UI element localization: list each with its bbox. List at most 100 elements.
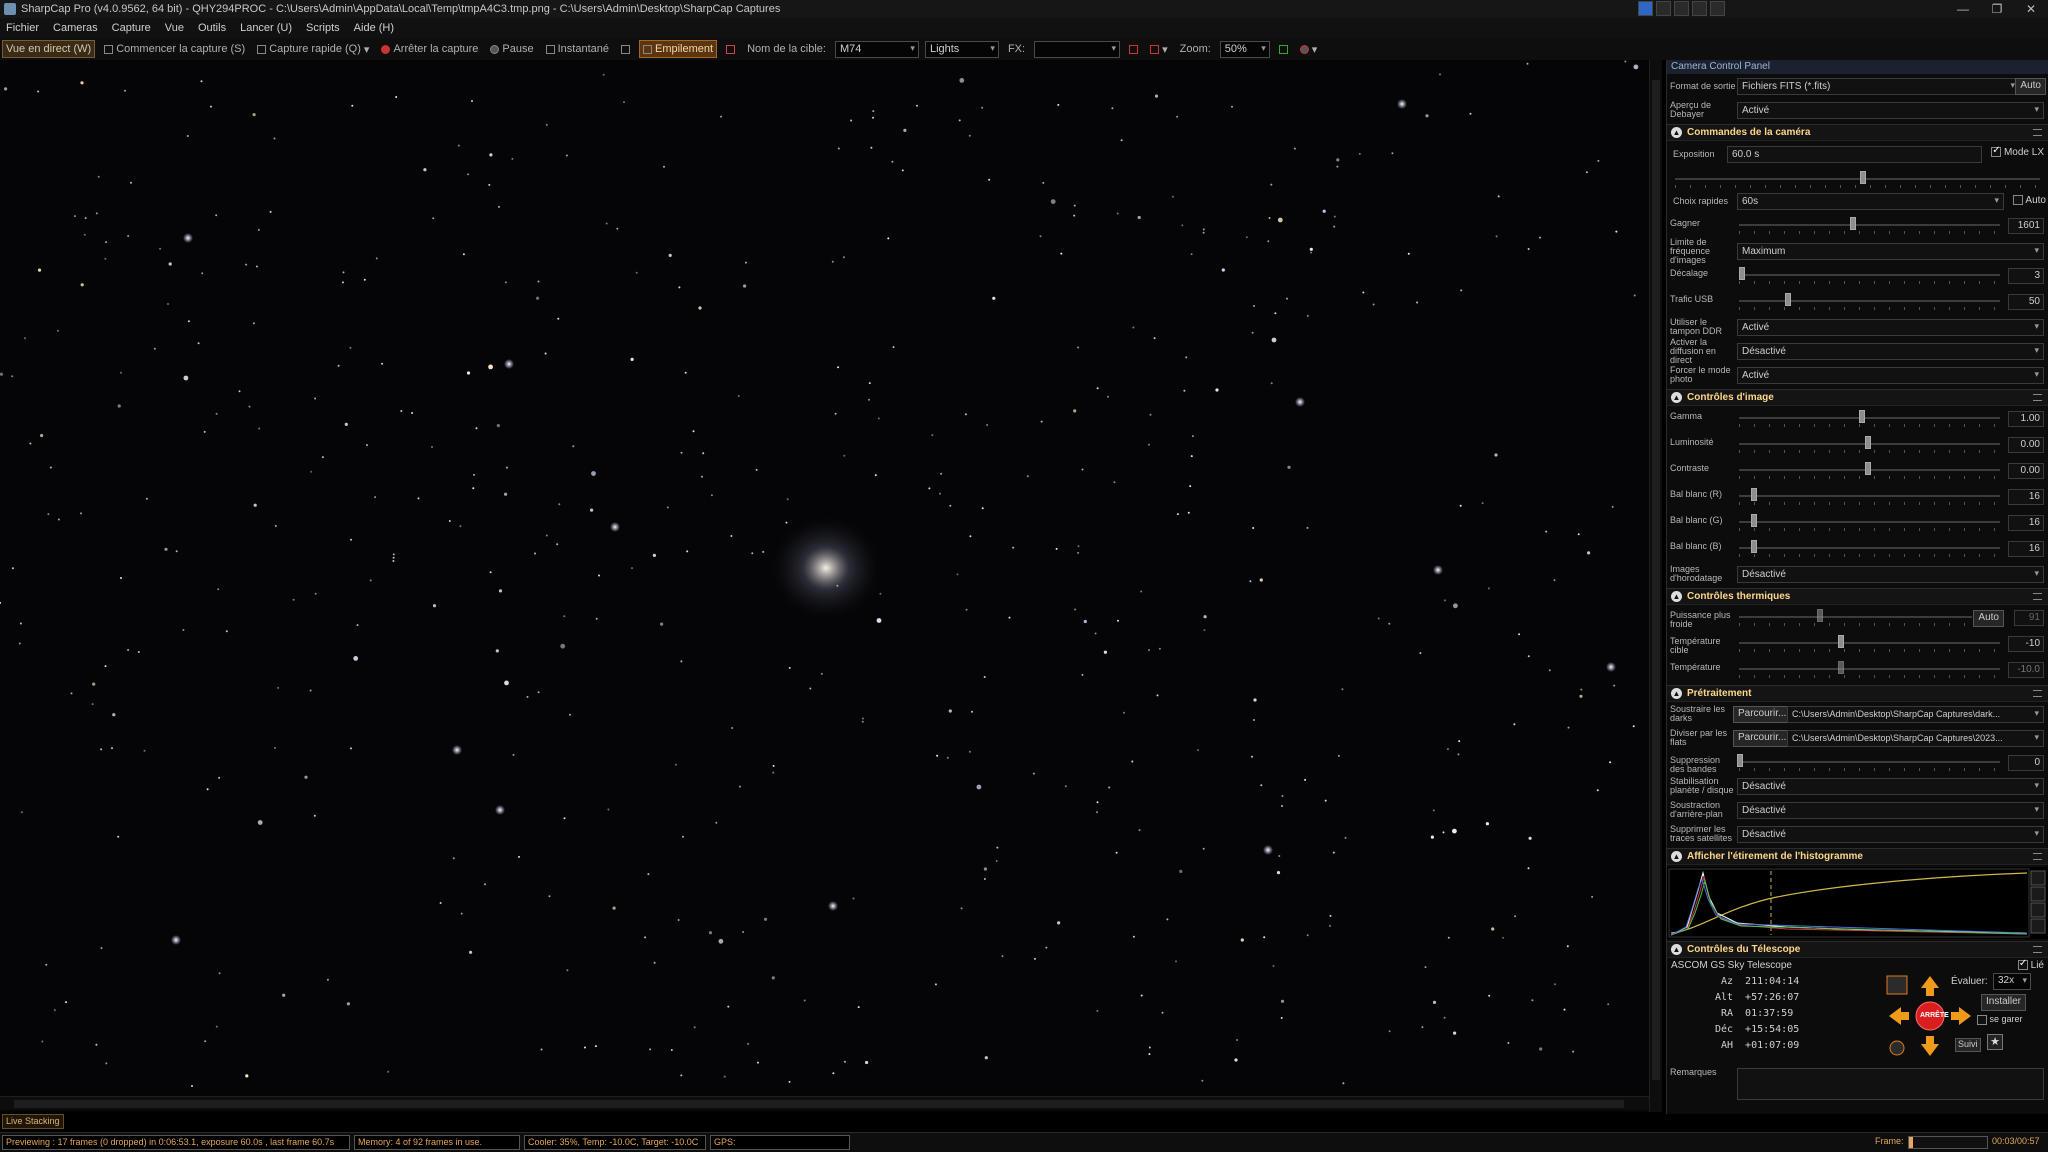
output-format-auto-button[interactable]: Auto xyxy=(2015,78,2046,95)
histogram-button[interactable] xyxy=(1276,40,1291,58)
start-capture-button[interactable]: Commencer la capture (S) xyxy=(101,40,248,58)
gain-slider[interactable]: Gagner 1601 xyxy=(1667,213,2048,239)
framerate-select[interactable]: Maximum xyxy=(1737,242,2044,260)
lx-mode-toggle[interactable]: Mode LX xyxy=(1991,145,2044,158)
gamma-value[interactable]: 1.00 xyxy=(2008,411,2044,427)
offset-knob[interactable] xyxy=(1739,267,1745,280)
offset-value[interactable]: 3 xyxy=(2008,268,2044,284)
zoom-select[interactable]: 50% xyxy=(1219,40,1270,58)
hamburger-icon[interactable] xyxy=(2033,394,2042,401)
live-view-button[interactable]: Vue en direct (W) xyxy=(2,40,96,58)
flats-browse-button[interactable]: Parcourir... xyxy=(1733,730,1792,747)
target-icon-button[interactable] xyxy=(723,40,738,58)
wb-blue-knob[interactable] xyxy=(1751,540,1757,553)
vertical-scrollbar[interactable] xyxy=(1649,60,1662,1112)
contrast-slider[interactable]: Contraste 0.00 xyxy=(1667,458,2048,484)
contrast-value[interactable]: 0.00 xyxy=(2008,463,2044,479)
lx-mode-checkbox[interactable] xyxy=(1991,145,2002,158)
camera-image-view[interactable] xyxy=(0,60,1662,1112)
debayer-select[interactable]: Activé xyxy=(1737,101,2044,119)
brightness-slider[interactable]: Luminosité 0.00 xyxy=(1667,432,2048,458)
stacking-button[interactable]: Empilement xyxy=(639,40,718,58)
install-button[interactable]: Installer xyxy=(1981,994,2027,1011)
brightness-value[interactable]: 0.00 xyxy=(2008,437,2044,453)
dropdown-icon[interactable] xyxy=(1710,1,1725,16)
fx-select[interactable] xyxy=(1034,40,1121,58)
histogram-chart[interactable] xyxy=(1667,867,2048,939)
target-temp-knob[interactable] xyxy=(1838,635,1844,648)
magnify-button[interactable]: ▾ xyxy=(1297,40,1321,58)
flats-path-select[interactable]: C:\Users\Admin\Desktop\SharpCap Captures… xyxy=(1787,729,2044,747)
usb-slider[interactable]: Trafic USB 50 xyxy=(1667,289,2048,315)
histogram-reset-icon[interactable] xyxy=(2030,886,2046,902)
stabilize-select[interactable]: Désactivé xyxy=(1737,777,2044,795)
quick-choice-auto[interactable]: Auto xyxy=(2013,195,2046,206)
minimize-button[interactable]: — xyxy=(1946,0,1980,18)
menu-view[interactable]: Vue xyxy=(165,22,184,34)
offset-slider[interactable]: Décalage 3 xyxy=(1667,263,2048,289)
maximize-button[interactable]: ❐ xyxy=(1980,0,2014,18)
menu-scripts[interactable]: Scripts xyxy=(306,22,340,34)
chevron-down-icon[interactable]: ▾ xyxy=(364,43,370,56)
camera-controls-section[interactable]: ▲ Commandes de la caméra xyxy=(1667,124,2048,141)
contrast-knob[interactable] xyxy=(1865,462,1871,475)
photo-mode-select[interactable]: Activé xyxy=(1737,366,2044,384)
tracking-button[interactable]: Suivi xyxy=(1955,1038,1981,1052)
south-arrow-icon[interactable] xyxy=(1921,1036,1939,1056)
focus-icon-button[interactable]: ▾ xyxy=(1147,40,1171,58)
park-checkbox[interactable] xyxy=(1977,1014,1987,1025)
wb-red-knob[interactable] xyxy=(1751,488,1757,501)
hamburger-icon[interactable] xyxy=(2033,593,2042,600)
ddr-select[interactable]: Activé xyxy=(1737,318,2044,336)
chevron-down-icon[interactable]: ▾ xyxy=(1312,43,1318,56)
gamma-slider[interactable]: Gamma 1.00 xyxy=(1667,406,2048,432)
slew-rate-select[interactable]: 32x xyxy=(1993,973,2031,990)
chevron-down-icon[interactable]: ▾ xyxy=(1162,43,1168,56)
north-arrow-icon[interactable] xyxy=(1921,976,1939,996)
collapse-icon[interactable]: ▲ xyxy=(1671,944,1682,955)
histogram-auto-stretch-icon[interactable] xyxy=(2030,918,2046,934)
telescope-linked-checkbox[interactable] xyxy=(2017,958,2028,971)
gain-value[interactable]: 1601 xyxy=(2008,218,2044,234)
horizontal-scrollbar[interactable] xyxy=(0,1096,1649,1110)
help-icon[interactable] xyxy=(1656,1,1671,16)
stop-capture-button[interactable]: Arrêter la capture xyxy=(378,40,481,58)
telescope-linked[interactable]: Lié xyxy=(2017,958,2044,971)
hamburger-icon[interactable] xyxy=(2033,853,2042,860)
cooler-power-slider[interactable]: Puissance plus froide Auto 91 xyxy=(1667,605,2048,631)
target-name-input[interactable]: M74 xyxy=(834,40,919,58)
image-controls-section[interactable]: ▲ Contrôles d'image xyxy=(1667,389,2048,406)
cooler-power-knob[interactable] xyxy=(1817,609,1823,622)
wb-green-knob[interactable] xyxy=(1751,514,1757,527)
target-temp-value[interactable]: -10 xyxy=(2008,636,2044,652)
telescope-section[interactable]: ▲ Contrôles du Télescope xyxy=(1667,941,2048,958)
quick-choice-auto-checkbox[interactable] xyxy=(2013,195,2024,206)
collapse-icon[interactable]: ▲ xyxy=(1671,591,1682,602)
usb-value[interactable]: 50 xyxy=(2008,294,2044,310)
star-alignment-icon[interactable]: ★ xyxy=(1987,1034,2003,1050)
menu-cameras[interactable]: Cameras xyxy=(53,22,98,34)
preprocessing-section[interactable]: ▲ Prétraitement xyxy=(1667,685,2048,702)
collapse-icon[interactable]: ▲ xyxy=(1671,127,1682,138)
fullscreen-icon[interactable] xyxy=(1692,1,1707,16)
collapse-icon[interactable]: ▲ xyxy=(1671,688,1682,699)
brightness-knob[interactable] xyxy=(1865,436,1871,449)
wb-green-value[interactable]: 16 xyxy=(2008,515,2044,531)
menu-tools[interactable]: Outils xyxy=(198,22,226,34)
hamburger-icon[interactable] xyxy=(2033,946,2042,953)
telescope-frame-icon[interactable] xyxy=(1886,975,1908,995)
park-target-icon[interactable] xyxy=(1889,1040,1905,1056)
broadcast-select[interactable]: Désactivé xyxy=(1737,342,2044,360)
histogram-save-icon[interactable] xyxy=(2030,902,2046,918)
darks-browse-button[interactable]: Parcourir... xyxy=(1733,706,1792,723)
menu-file[interactable]: Fichier xyxy=(6,22,39,34)
snapshot-button[interactable]: Instantané xyxy=(543,40,612,58)
hamburger-icon[interactable] xyxy=(2033,129,2042,136)
cooler-auto-button[interactable]: Auto xyxy=(1973,610,2004,627)
histogram-section[interactable]: ▲ Afficher l'étirement de l'histogramme xyxy=(1667,848,2048,865)
live-stacking-tab[interactable]: Live Stacking xyxy=(2,1114,64,1129)
collapse-icon[interactable]: ▲ xyxy=(1671,392,1682,403)
thermal-controls-section[interactable]: ▲ Contrôles thermiques xyxy=(1667,588,2048,605)
output-format-select[interactable]: Fichiers FITS (*.fits) xyxy=(1737,77,2020,95)
pause-button[interactable]: Pause xyxy=(487,40,536,58)
